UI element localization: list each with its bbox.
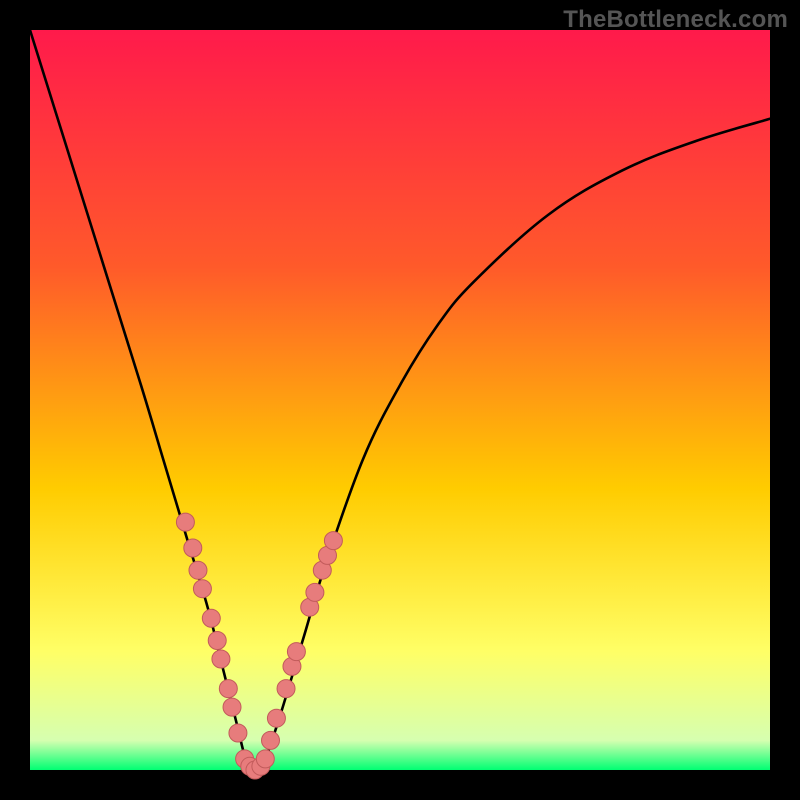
highlight-dot: [208, 632, 226, 650]
highlight-dot: [223, 698, 241, 716]
highlight-dot: [267, 709, 285, 727]
highlight-dot: [229, 724, 247, 742]
highlight-dot: [287, 643, 305, 661]
highlight-dot: [256, 750, 274, 768]
highlight-dot: [212, 650, 230, 668]
highlight-dot: [262, 731, 280, 749]
gradient-background: [30, 30, 770, 770]
chart-canvas: TheBottleneck.com: [0, 0, 800, 800]
highlight-dot: [189, 561, 207, 579]
highlight-dot: [193, 580, 211, 598]
highlight-dot: [324, 532, 342, 550]
watermark-text: TheBottleneck.com: [563, 6, 788, 34]
highlight-dot: [277, 680, 295, 698]
highlight-dot: [219, 680, 237, 698]
highlight-dot: [306, 583, 324, 601]
highlight-dot: [184, 539, 202, 557]
chart-svg: [0, 0, 800, 800]
highlight-dot: [202, 609, 220, 627]
highlight-dot: [176, 513, 194, 531]
